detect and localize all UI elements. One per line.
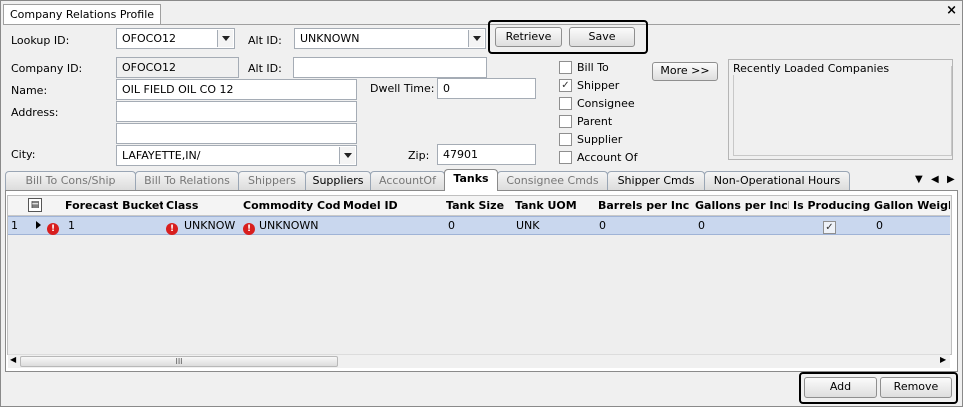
is-producing-checkbox[interactable]: ✓ <box>823 221 836 234</box>
lookup-id-label: Lookup ID: <box>11 34 70 47</box>
cell-commodity-code[interactable]: UNKNOWN <box>259 219 339 233</box>
cell-tank-size[interactable]: 0 <box>448 219 508 233</box>
col-gallons-per-inch[interactable]: Gallons per Inch <box>695 197 789 215</box>
parent-checkbox[interactable] <box>559 115 572 128</box>
tab-shipper-cmds[interactable]: Shipper Cmds <box>607 171 705 190</box>
city-combo[interactable]: LAFAYETTE,IN/ <box>116 145 357 166</box>
tab-account-of[interactable]: AccountOf <box>370 171 445 190</box>
chevron-down-icon[interactable] <box>468 30 484 47</box>
row-error-icon: ! <box>47 219 59 235</box>
remove-button[interactable]: Remove <box>880 377 952 398</box>
tab-shippers[interactable]: Shippers <box>238 171 306 190</box>
cell-forecast-bucket[interactable]: 1 <box>68 219 158 233</box>
address-line2-field[interactable] <box>116 123 357 144</box>
alt-id-label: Alt ID: <box>248 62 282 75</box>
col-class[interactable]: Class <box>166 197 238 215</box>
name-field[interactable]: OIL FIELD OIL CO 12 <box>116 79 357 100</box>
scroll-left-icon[interactable]: ◀ <box>10 355 16 364</box>
supplier-checkbox[interactable] <box>559 133 572 146</box>
scrollbar-thumb[interactable]: III <box>20 356 338 367</box>
commodity-error-icon: ! <box>243 219 255 235</box>
company-id-field: OFOCO12 <box>116 57 239 78</box>
zip-field[interactable]: 47901 <box>437 144 536 165</box>
supplier-label: Supplier <box>577 133 623 146</box>
col-barrels-per-inch[interactable]: Barrels per Inch <box>598 197 690 215</box>
cell-barrels-per-inch[interactable]: 0 <box>599 219 687 233</box>
alt-id-field[interactable] <box>293 57 487 78</box>
tab-tanks[interactable]: Tanks <box>444 169 498 191</box>
chevron-down-icon[interactable] <box>217 30 233 47</box>
add-button[interactable]: Add <box>804 377 877 398</box>
tab-non-operational-hours[interactable]: Non-Operational Hours <box>704 171 850 190</box>
row-pointer-icon <box>36 221 41 229</box>
tab-divider <box>3 24 960 25</box>
tab-scroll-left-icon[interactable]: ◀ <box>931 174 939 185</box>
alt-id-lookup-label: Alt ID: <box>248 34 282 47</box>
tab-suppliers[interactable]: Suppliers <box>305 171 371 190</box>
account-of-label: Account Of <box>577 151 638 164</box>
dwell-time-label: Dwell Time: <box>370 82 435 95</box>
cell-gallon-weight[interactable]: 0 <box>876 219 946 233</box>
alt-id-lookup-combo[interactable]: UNKNOWN <box>294 28 486 49</box>
chevron-down-icon[interactable] <box>339 147 355 164</box>
tab-bill-to-cons-ship[interactable]: Bill To Cons/Ship <box>5 171 136 190</box>
cell-gallons-per-inch[interactable]: 0 <box>698 219 786 233</box>
parent-label: Parent <box>577 115 613 128</box>
col-forecast-bucket[interactable]: Forecast Bucket <box>65 197 163 215</box>
column-chooser-icon[interactable]: ▤ <box>28 198 42 212</box>
dwell-time-field[interactable]: 0 <box>437 78 536 99</box>
bill-to-label: Bill To <box>577 61 609 74</box>
zip-label: Zip: <box>408 149 430 162</box>
document-tab[interactable]: Company Relations Profile <box>3 4 162 24</box>
shipper-label: Shipper <box>577 79 620 92</box>
name-label: Name: <box>11 84 48 97</box>
col-tank-uom[interactable]: Tank UOM <box>515 197 595 215</box>
recent-companies-title: Recently Loaded Companies <box>733 62 890 75</box>
lookup-id-combo[interactable]: OFOCO12 <box>116 28 235 49</box>
close-icon[interactable]: × <box>946 4 957 18</box>
shipper-checkbox[interactable]: ✓ <box>559 79 572 92</box>
company-id-label: Company ID: <box>11 62 83 75</box>
tab-bill-to-relations[interactable]: Bill To Relations <box>135 171 239 190</box>
tab-strip: Bill To Cons/Ship Bill To Relations Ship… <box>5 169 958 191</box>
col-model-id[interactable]: Model ID <box>343 197 443 215</box>
bill-to-checkbox[interactable] <box>559 61 572 74</box>
col-gallon-weight[interactable]: Gallon Weight <box>874 197 950 215</box>
retrieve-button[interactable]: Retrieve <box>495 27 562 47</box>
row-number: 1 <box>11 219 18 232</box>
account-of-checkbox[interactable] <box>559 151 572 164</box>
cell-tank-uom[interactable]: UNK <box>516 219 591 233</box>
address-line1-field[interactable] <box>116 101 357 122</box>
tab-scroll-right-icon[interactable]: ▶ <box>947 174 955 185</box>
lookup-id-value: OFOCO12 <box>122 32 176 45</box>
class-error-icon: ! <box>166 219 178 235</box>
alt-id-lookup-value: UNKNOWN <box>300 32 360 45</box>
col-commodity-code[interactable]: Commodity Code <box>243 197 340 215</box>
consignee-label: Consignee <box>577 97 635 110</box>
col-tank-size[interactable]: Tank Size <box>446 197 512 215</box>
tab-list-dropdown-icon[interactable]: ▼ <box>915 174 923 185</box>
recent-companies-list[interactable] <box>733 66 952 156</box>
city-value: LAFAYETTE,IN/ <box>122 149 201 162</box>
address-label: Address: <box>11 106 59 119</box>
col-is-producing[interactable]: Is Producing <box>793 197 870 215</box>
cell-class[interactable]: UNKNOW <box>184 219 236 233</box>
scroll-right-icon[interactable]: ▶ <box>940 355 946 364</box>
more-button[interactable]: More >> <box>652 62 718 81</box>
save-button[interactable]: Save <box>569 27 635 47</box>
consignee-checkbox[interactable] <box>559 97 572 110</box>
tab-consignee-cmds[interactable]: Consignee Cmds <box>497 171 608 190</box>
city-label: City: <box>11 148 36 161</box>
